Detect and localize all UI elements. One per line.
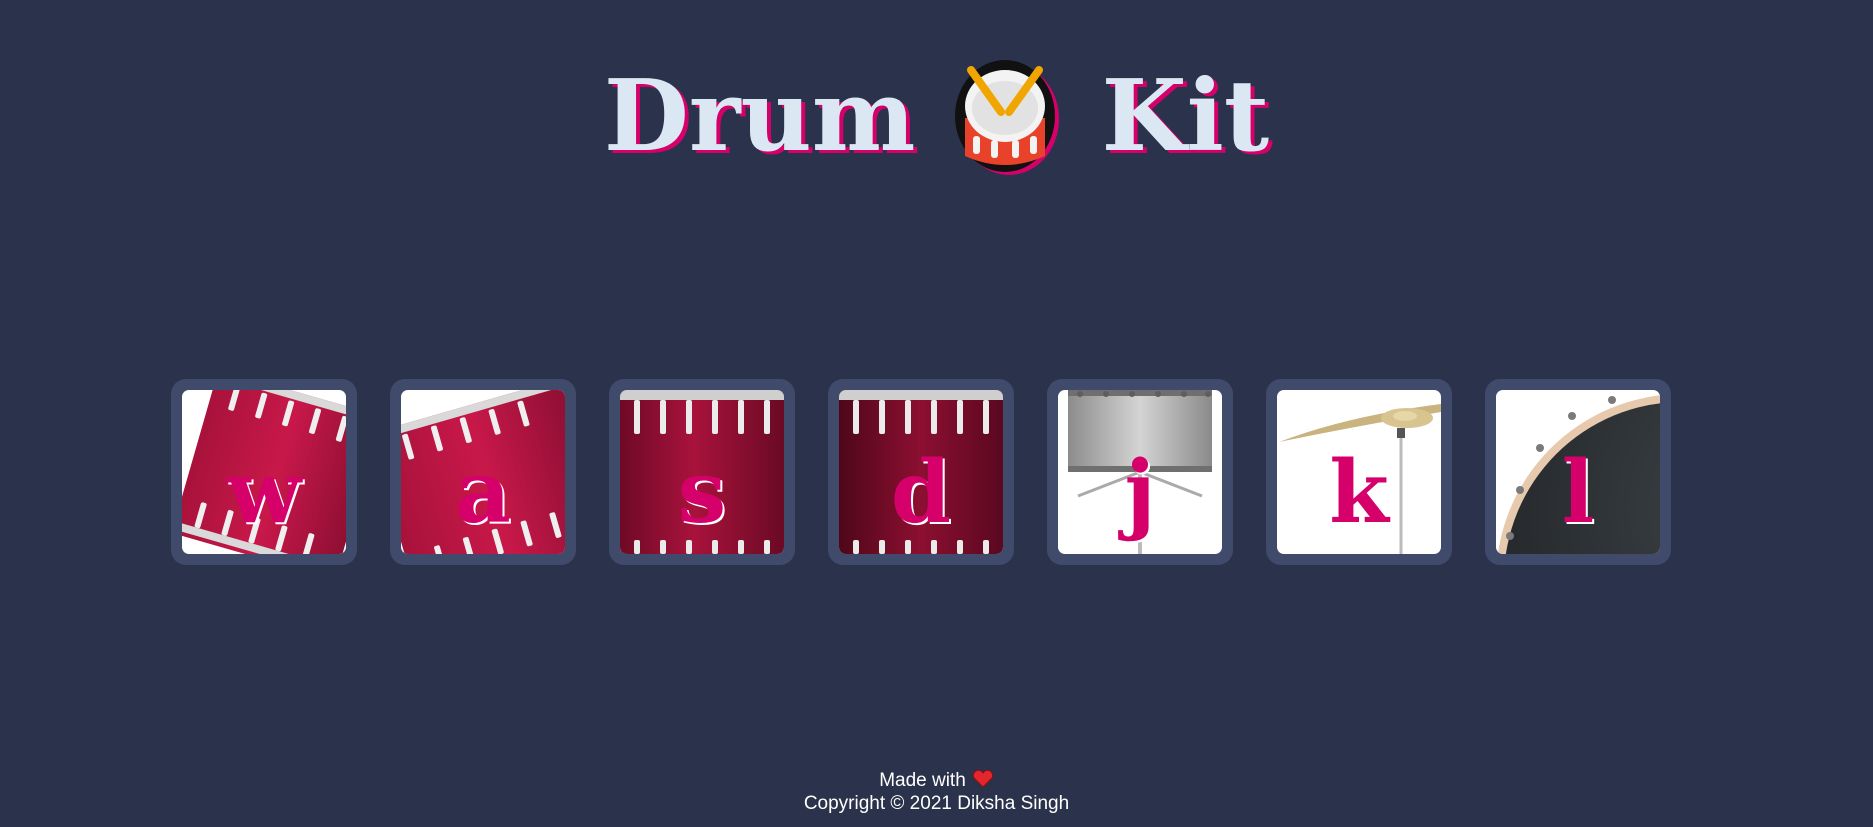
drum-key-label: s	[677, 442, 727, 543]
made-with-line: Made with	[0, 769, 1873, 792]
drum-pad-inner: l	[1496, 390, 1660, 554]
drum-pad-a[interactable]: a	[390, 379, 576, 565]
drum-pad-d[interactable]: d	[828, 379, 1014, 565]
drum-pad-l[interactable]: l	[1485, 379, 1671, 565]
copyright-text: Copyright © 2021 Diksha Singh	[803, 793, 1070, 814]
title-kit-text: Kit	[1101, 59, 1270, 174]
drum-pad-s[interactable]: s	[609, 379, 795, 565]
drum-pad-inner: a	[401, 390, 565, 554]
drum-pad-inner: w	[182, 390, 346, 554]
drum-pad-k[interactable]: k	[1266, 379, 1452, 565]
made-with-text: Made with	[879, 770, 966, 791]
drum-pad-inner: k	[1277, 390, 1441, 554]
heart-icon	[972, 770, 993, 788]
drum-pad-row: w a s d j k l	[171, 379, 1671, 565]
drum-pad-inner: j	[1058, 390, 1222, 554]
drum-key-label: w	[226, 442, 302, 543]
drum-pad-inner: s	[620, 390, 784, 554]
drum-key-label: d	[890, 442, 952, 543]
drum-pad-j[interactable]: j	[1047, 379, 1233, 565]
drum-key-label: k	[1329, 442, 1389, 543]
drum-pad-w[interactable]: w	[171, 379, 357, 565]
drum-pad-inner: d	[839, 390, 1003, 554]
drum-key-label: j	[1124, 442, 1156, 543]
page-footer: Made with Copyright © 2021 Diksha Singh	[0, 769, 1873, 815]
drum-key-label: l	[1561, 442, 1595, 543]
title-drum-text: Drum	[603, 59, 916, 174]
drum-emoji-icon	[955, 60, 1060, 175]
drum-key-label: a	[455, 442, 511, 543]
page-title: Drum Kit	[0, 52, 1873, 182]
